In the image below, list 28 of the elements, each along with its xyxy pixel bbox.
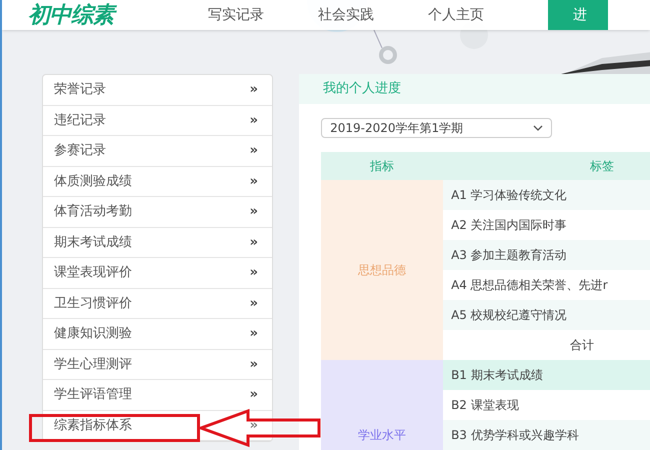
nav-tab[interactable]: 写实记录 — [188, 0, 298, 30]
term-select[interactable]: 2019-2020学年第1学期 — [321, 118, 552, 138]
sidebar-item[interactable]: 参赛记录 » — [43, 136, 272, 166]
chevron-down-icon — [533, 125, 544, 131]
sidebar-item[interactable]: 体质测验成绩 » — [43, 166, 272, 197]
sidebar-item[interactable]: 卫生习惯评价 » — [43, 288, 272, 319]
panel-title: 我的个人进度 — [323, 80, 402, 98]
sidebar-item[interactable]: 课堂表现评价 » — [43, 258, 272, 288]
sidebar-item[interactable]: 综素指标体系 » — [43, 410, 272, 441]
sidebar-item[interactable]: 学生心理测评 » — [43, 350, 272, 380]
indicator-cell: 学业水平 — [321, 360, 444, 450]
table-cell: A3 参加主题教育活动 — [443, 240, 650, 270]
sidebar-item[interactable]: 期末考试成绩 » — [43, 228, 272, 258]
sidebar-item[interactable]: 体育活动考勤 » — [43, 197, 272, 228]
table-cell: A1 学习体验传统文化 — [443, 180, 650, 210]
sidebar-item[interactable]: 违纪记录 » — [43, 106, 272, 136]
table-cell: B1 期末考试成绩 — [443, 360, 650, 390]
column-header: 标签 — [589, 158, 616, 175]
column-header: 指标 — [369, 158, 396, 175]
sidebar-item[interactable]: 荣誉记录 » — [43, 75, 272, 106]
nav-tab[interactable]: 社会实践 — [298, 0, 408, 30]
sidebar-item[interactable]: 健康知识测验 » — [43, 319, 272, 350]
table-cell: A5 校规校纪遵守情况 — [443, 300, 650, 330]
table-cell: B3 优势学科或兴趣学科 — [443, 420, 650, 450]
sidebar-item[interactable]: 学生评语管理 » — [43, 380, 272, 410]
nav-tab[interactable]: 个人主页 — [408, 0, 548, 30]
indicator-cell: 思想品德 — [321, 180, 444, 360]
logo: 初中综素 — [28, 0, 188, 32]
